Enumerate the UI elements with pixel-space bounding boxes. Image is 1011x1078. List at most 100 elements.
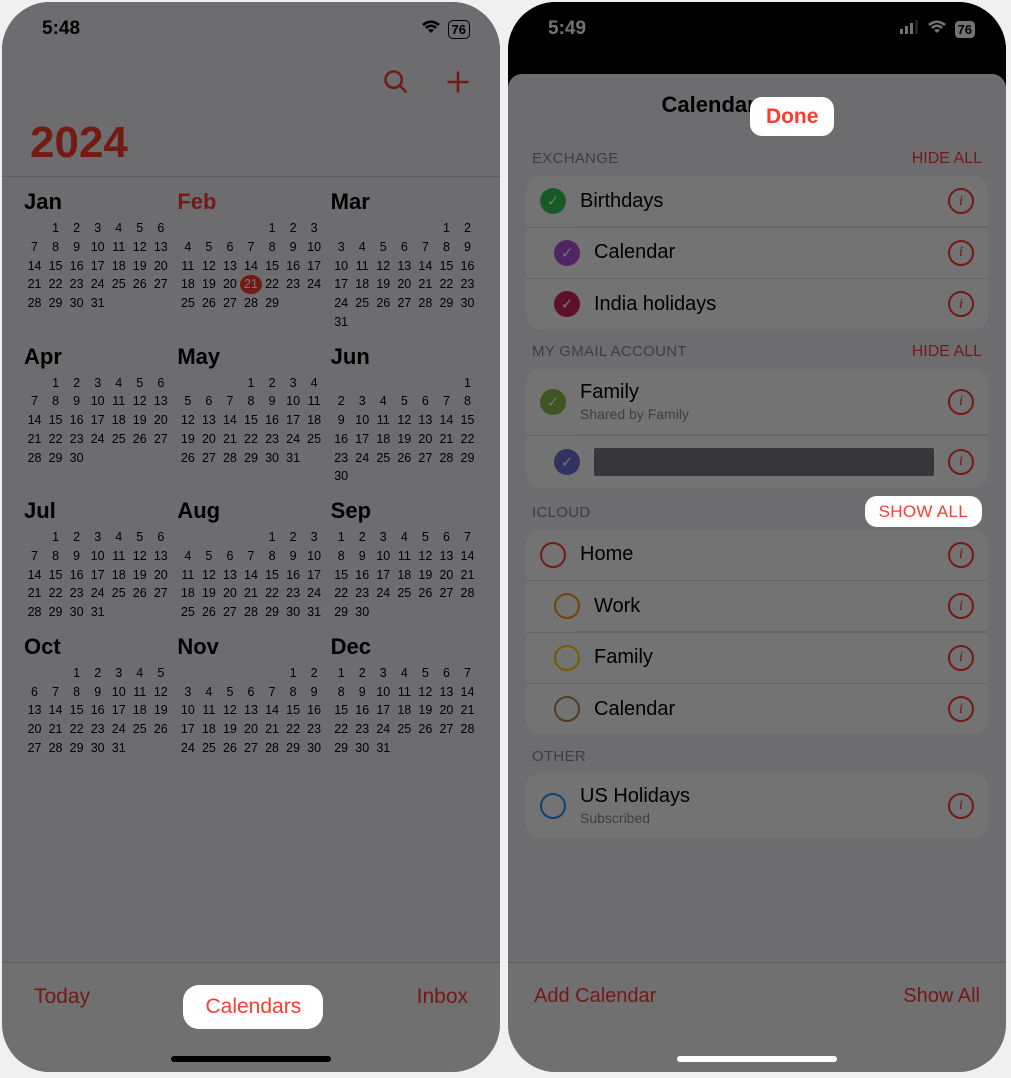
calendar-row[interactable]: Calendari — [526, 683, 988, 734]
month-sep[interactable]: Sep 1234567891011121314151617181920212223… — [331, 490, 478, 622]
calendar-label: Family — [594, 646, 934, 669]
section-title: MY GMAIL ACCOUNT — [532, 343, 687, 360]
wifi-icon — [927, 18, 947, 40]
check-dot-icon[interactable]: ✓ — [554, 291, 580, 317]
info-icon[interactable]: i — [948, 542, 974, 568]
calendar-label: Birthdays — [580, 190, 934, 213]
month-label: Aug — [177, 498, 324, 524]
calendar-row[interactable]: ✓i — [526, 435, 988, 488]
month-label: Nov — [177, 634, 324, 660]
section-card: ✓FamilyShared by Familyi✓i — [526, 369, 988, 488]
inbox-button[interactable]: Inbox — [417, 985, 468, 1009]
month-nov[interactable]: Nov 123456789101112131415161718192021222… — [177, 626, 324, 758]
ring-icon[interactable] — [554, 696, 580, 722]
add-event-icon[interactable] — [444, 68, 472, 101]
month-dec[interactable]: Dec1234567891011121314151617181920212223… — [331, 626, 478, 758]
calendar-row[interactable]: Worki — [526, 580, 988, 631]
done-wrap: Done — [750, 105, 835, 129]
days-grid: 1234567891011121314151617181920212223242… — [24, 664, 171, 758]
info-icon[interactable]: i — [948, 240, 974, 266]
today-button[interactable]: Today — [34, 985, 90, 1009]
phone-year-view: 5:48 76 2024 Jan 12345678910111213141516… — [2, 2, 500, 1072]
status-time: 5:48 — [42, 18, 80, 40]
section-header: ICLOUDSHOW ALL — [526, 488, 988, 530]
month-oct[interactable]: Oct 123456789101112131415161718192021222… — [24, 626, 171, 758]
month-aug[interactable]: Aug 123456789101112131415161718192021222… — [177, 490, 324, 622]
year-screen: 5:48 76 2024 Jan 12345678910111213141516… — [2, 2, 500, 1072]
days-grid: 1234567891011121314151617181920212223242… — [177, 664, 324, 758]
ring-icon[interactable] — [554, 593, 580, 619]
search-icon[interactable] — [382, 68, 410, 101]
month-feb[interactable]: Feb 123456789101112131415161718192021222… — [177, 181, 324, 332]
battery-indicator: 76 — [954, 20, 976, 39]
month-label: Sep — [331, 498, 478, 524]
info-icon[interactable]: i — [948, 389, 974, 415]
ring-icon[interactable] — [554, 645, 580, 671]
calendar-label: US Holidays — [580, 785, 934, 808]
calendar-row[interactable]: Homei — [526, 530, 988, 580]
ring-icon[interactable] — [540, 793, 566, 819]
sheet-screen: 5:49 76 Calendars Done EXCHANGEHIDE ALL✓… — [508, 2, 1006, 1072]
month-label: Jan — [24, 189, 171, 215]
section-action-button[interactable]: SHOW ALL — [865, 496, 982, 527]
done-button[interactable]: Done — [750, 97, 835, 136]
redacted-label — [594, 448, 934, 476]
nav-toolbar — [2, 56, 500, 112]
month-mar[interactable]: Mar 123456789101112131415161718192021222… — [331, 181, 478, 332]
calendar-sublabel: Subscribed — [580, 810, 934, 826]
section-action-button[interactable]: HIDE ALL — [912, 150, 982, 168]
check-dot-icon[interactable]: ✓ — [540, 389, 566, 415]
calendar-row[interactable]: ✓FamilyShared by Familyi — [526, 369, 988, 434]
info-icon[interactable]: i — [948, 188, 974, 214]
calendar-row[interactable]: ✓Calendari — [526, 227, 988, 278]
year-grid[interactable]: Jan 123456789101112131415161718192021222… — [2, 181, 500, 758]
calendar-label: Home — [580, 543, 934, 566]
month-jun[interactable]: Jun 123456789101112131415161718192021222… — [331, 336, 478, 487]
ring-icon[interactable] — [540, 542, 566, 568]
battery-indicator: 76 — [448, 20, 470, 39]
days-grid: 1234567891011121314151617181920212223242… — [24, 374, 171, 468]
month-jul[interactable]: Jul 123456789101112131415161718192021222… — [24, 490, 171, 622]
today-marker: 21 — [240, 275, 261, 294]
sheet-header: Calendars Done — [508, 74, 1006, 136]
days-grid: 1234567891011121314151617181920212223242… — [177, 219, 324, 313]
status-right: 76 — [414, 18, 470, 40]
check-dot-icon[interactable]: ✓ — [554, 449, 580, 475]
month-label: Feb — [177, 189, 324, 215]
month-apr[interactable]: Apr 123456789101112131415161718192021222… — [24, 336, 171, 487]
info-icon[interactable]: i — [948, 793, 974, 819]
status-bar: 5:49 76 — [508, 2, 1006, 56]
home-indicator[interactable] — [171, 1056, 331, 1062]
info-icon[interactable]: i — [948, 696, 974, 722]
section-card: HomeiWorkiFamilyiCalendari — [526, 530, 988, 735]
info-icon[interactable]: i — [948, 291, 974, 317]
home-indicator[interactable] — [677, 1056, 837, 1062]
days-grid: 1234567891011121314151617181920212223242… — [331, 528, 478, 622]
calendars-button[interactable]: Calendars — [183, 985, 323, 1029]
calendar-label: Work — [594, 595, 934, 618]
status-right: 76 — [900, 18, 976, 40]
sheet-body[interactable]: EXCHANGEHIDE ALL✓Birthdaysi✓Calendari✓In… — [508, 136, 1006, 958]
month-may[interactable]: May 123456789101112131415161718192021222… — [177, 336, 324, 487]
phone-calendars-sheet: 5:49 76 Calendars Done EXCHANGEHIDE ALL✓… — [508, 2, 1006, 1072]
days-grid: 1234567891011121314151617181920212223242… — [177, 374, 324, 468]
calendar-row[interactable]: US Holidays Subscribed i — [526, 773, 988, 838]
calendar-row[interactable]: Familyi — [526, 632, 988, 683]
calendar-row[interactable]: ✓India holidaysi — [526, 278, 988, 329]
section-card: US Holidays Subscribed i — [526, 773, 988, 838]
info-icon[interactable]: i — [948, 645, 974, 671]
info-icon[interactable]: i — [948, 593, 974, 619]
add-calendar-button[interactable]: Add Calendar — [534, 985, 656, 1008]
section-action-button[interactable]: HIDE ALL — [912, 343, 982, 361]
show-all-button[interactable]: Show All — [903, 985, 980, 1008]
status-bar: 5:48 76 — [2, 2, 500, 56]
info-icon[interactable]: i — [948, 449, 974, 475]
check-dot-icon[interactable]: ✓ — [554, 240, 580, 266]
month-jan[interactable]: Jan 123456789101112131415161718192021222… — [24, 181, 171, 332]
section-header: EXCHANGEHIDE ALL — [526, 136, 988, 176]
calendars-sheet: Calendars Done EXCHANGEHIDE ALL ✓ Birthday… — [508, 74, 1006, 1072]
calendar-row[interactable]: ✓ Birthdays i — [526, 176, 988, 226]
section-header: OTHER — [526, 734, 988, 773]
section-title: OTHER — [532, 748, 586, 765]
check-dot-icon[interactable]: ✓ — [540, 188, 566, 214]
